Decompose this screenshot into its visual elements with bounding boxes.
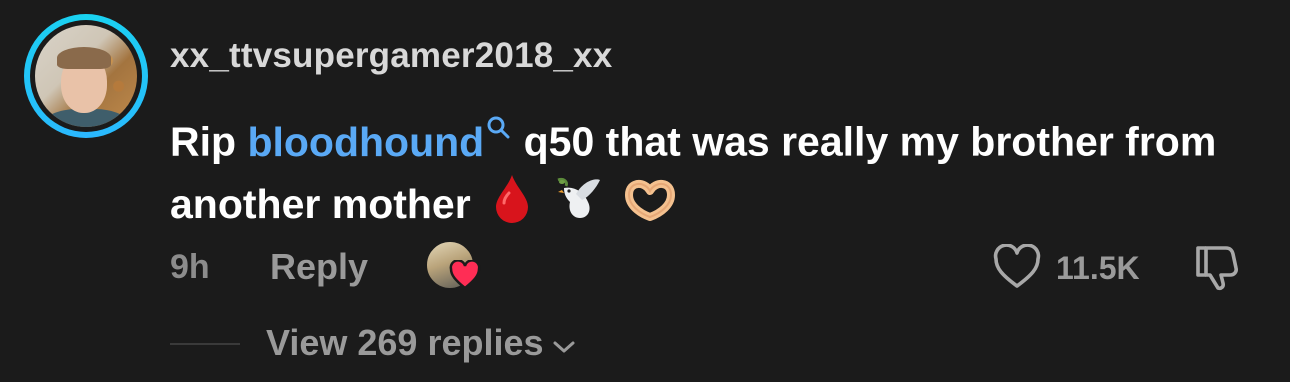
drop-of-blood-icon [492,173,532,240]
mention-link[interactable]: bloodhound [247,116,512,165]
view-replies-label: View 269 replies [266,322,544,363]
avatar-photo [35,25,137,127]
avatar-hair [57,47,111,69]
replies-divider [170,343,240,345]
comment-item: xx_ttvsupergamer2018_xx Rip bloodhound q… [0,0,1290,382]
creator-liked-badge [425,240,485,296]
dislike-icon[interactable] [1192,244,1244,297]
heart-icon [449,259,481,295]
mention-label: bloodhound [247,118,485,165]
view-replies-button[interactable]: View 269 replies [266,322,576,364]
comment-username[interactable]: xx_ttvsupergamer2018_xx [170,36,612,76]
comment-text-start: Rip [170,118,248,165]
reply-button[interactable]: Reply [270,246,368,288]
comment-text: Rip bloodhound q50 that was really my br… [170,96,1250,240]
avatar-gap [30,20,142,132]
like-heart-icon[interactable] [992,243,1042,295]
chevron-down-icon [552,322,576,364]
search-icon [486,96,512,158]
comment-timestamp: 9h [170,248,210,286]
commenter-avatar[interactable] [24,14,148,138]
heart-hands-icon [623,176,677,238]
like-count: 11.5K [1056,250,1140,286]
dove-icon [554,174,602,239]
